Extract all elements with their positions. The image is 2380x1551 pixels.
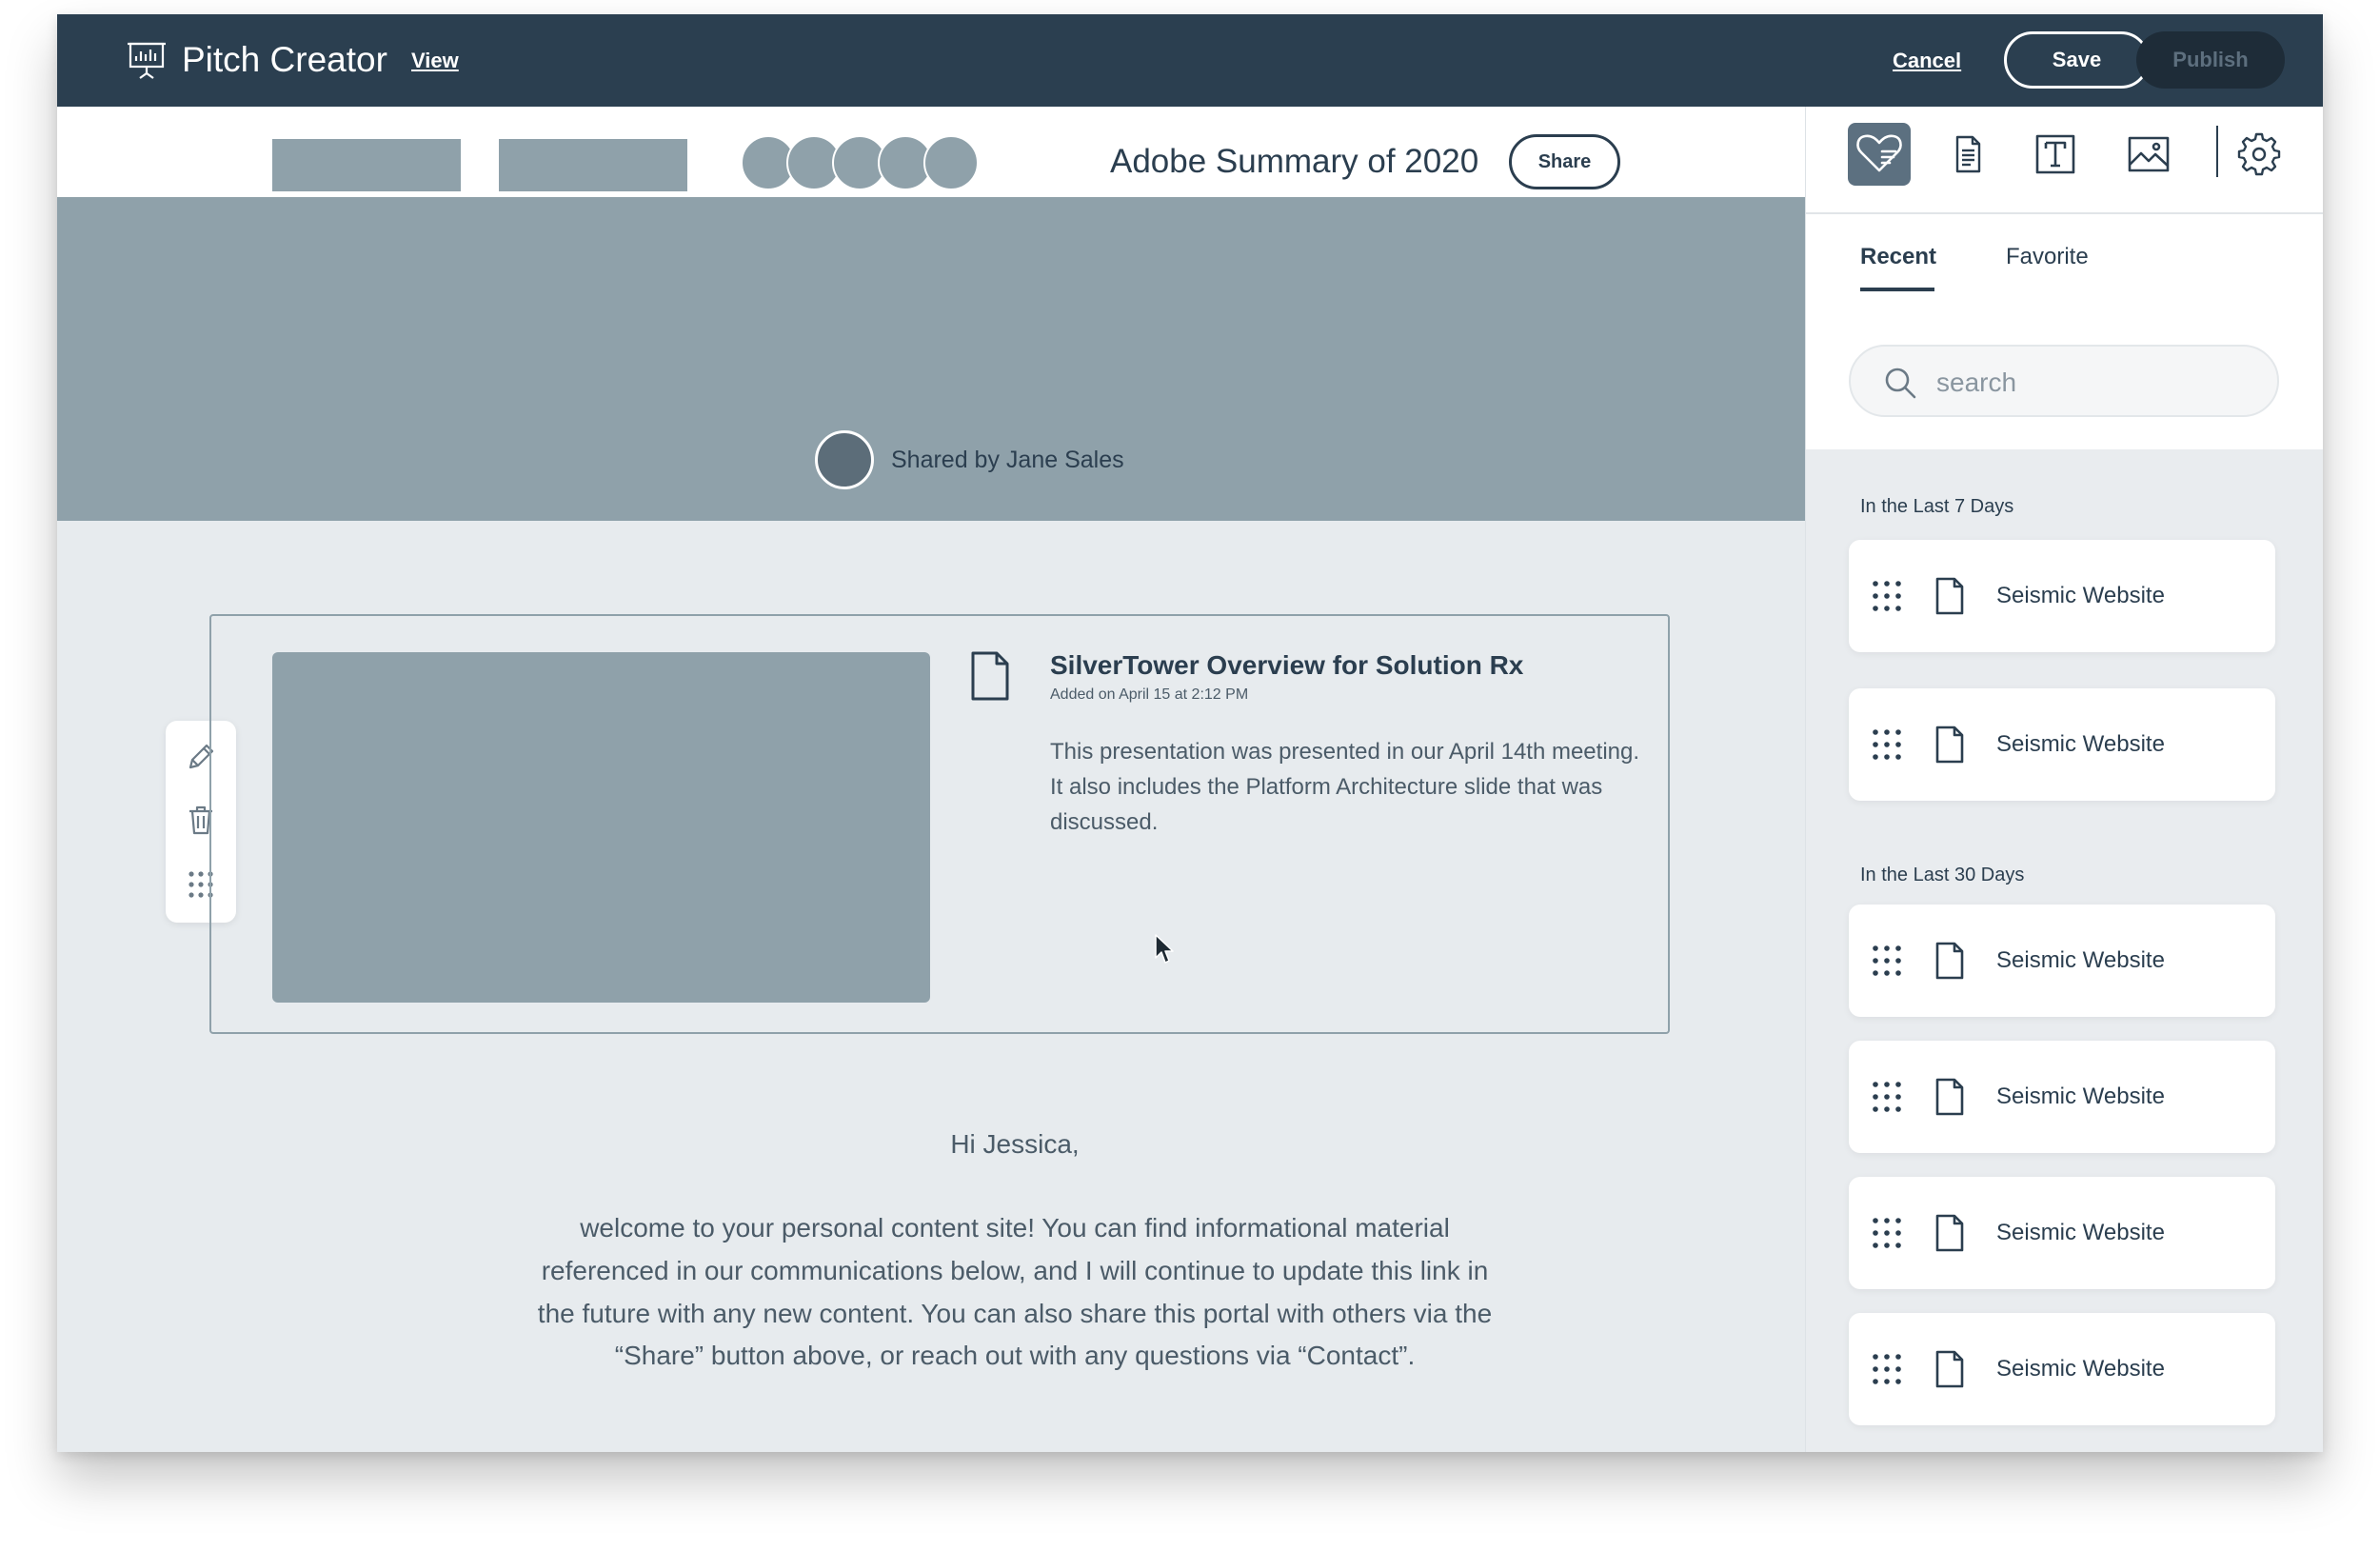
content-thumbnail[interactable]: [272, 652, 930, 1003]
logo-placeholder: [272, 139, 461, 191]
favorites-icon[interactable]: [1848, 123, 1911, 186]
list-item-label: Seismic Website: [1996, 583, 2165, 608]
avatar: [923, 135, 979, 190]
settings-icon[interactable]: [2228, 123, 2291, 186]
list-item[interactable]: Seismic Website: [1849, 688, 2275, 801]
content-card[interactable]: SilverTower Overview for Solution Rx Add…: [209, 614, 1670, 1034]
drag-handle-icon[interactable]: [1870, 726, 1904, 763]
save-button[interactable]: Save: [2004, 31, 2150, 89]
app-title: Pitch Creator: [182, 40, 387, 79]
text-icon[interactable]: [2024, 123, 2087, 186]
list-item[interactable]: Seismic Website: [1849, 1041, 2275, 1153]
drag-handle-icon[interactable]: [1870, 1215, 1904, 1251]
active-tab-indicator: [1860, 288, 1934, 291]
view-link[interactable]: View: [411, 47, 459, 75]
shared-by-label: Shared by Jane Sales: [891, 447, 1124, 473]
file-icon: [1935, 726, 1964, 764]
section-label: In the Last 30 Days: [1860, 865, 2025, 885]
list-item[interactable]: Seismic Website: [1849, 1313, 2275, 1425]
search-field[interactable]: [1849, 345, 2279, 417]
list-item-label: Seismic Website: [1996, 731, 2165, 757]
content-description: This presentation was presented in our A…: [1050, 739, 1640, 835]
section-label: In the Last 7 Days: [1860, 496, 2014, 517]
cancel-link[interactable]: Cancel: [1893, 47, 1961, 75]
list-item-label: Seismic Website: [1996, 947, 2165, 973]
top-bar: Pitch Creator View Cancel Save Publish: [57, 14, 2323, 107]
list-item[interactable]: Seismic Website: [1849, 905, 2275, 1017]
drag-handle-icon[interactable]: [1870, 943, 1904, 979]
presentation-icon: [128, 42, 166, 79]
content-panel: Recent Favorite In the Last 7 Days Seism…: [1805, 107, 2323, 1452]
logo-placeholder: [499, 139, 687, 191]
file-icon: [1935, 577, 1964, 615]
file-icon: [971, 651, 1009, 701]
list-item[interactable]: Seismic Website: [1849, 1177, 2275, 1289]
drag-handle-icon[interactable]: [1870, 578, 1904, 614]
drag-handle-icon[interactable]: [1870, 1351, 1904, 1387]
hero-banner: Shared by Jane Sales: [57, 197, 1805, 521]
search-icon: [1885, 368, 1916, 399]
page-title: Adobe Summary of 2020: [1110, 143, 1479, 180]
image-icon[interactable]: [2117, 123, 2180, 186]
welcome-message: welcome to your personal content site! Y…: [537, 1213, 1493, 1371]
tab-recent[interactable]: Recent: [1860, 242, 1936, 272]
toolbar-divider: [2216, 126, 2218, 177]
list-item-label: Seismic Website: [1996, 1084, 2165, 1109]
tab-favorite[interactable]: Favorite: [2006, 242, 2089, 272]
file-icon: [1935, 942, 1964, 980]
content-date: Added on April 15 at 2:12 PM: [1050, 686, 1249, 703]
sharer-avatar: [815, 430, 874, 489]
list-item-label: Seismic Website: [1996, 1220, 2165, 1245]
divider: [1806, 212, 2323, 214]
file-icon: [1935, 1078, 1964, 1116]
publish-button[interactable]: Publish: [2136, 31, 2285, 89]
list-item-label: Seismic Website: [1996, 1356, 2165, 1382]
drag-handle-icon[interactable]: [1870, 1079, 1904, 1115]
file-icon: [1935, 1350, 1964, 1388]
search-input[interactable]: [1936, 364, 2251, 402]
mouse-cursor-icon: [1155, 934, 1174, 964]
document-icon[interactable]: [1936, 123, 1999, 186]
share-button[interactable]: Share: [1509, 134, 1620, 189]
file-icon: [1935, 1214, 1964, 1252]
content-title[interactable]: SilverTower Overview for Solution Rx: [1050, 648, 1523, 683]
site-header: Adobe Summary of 2020 Share: [57, 107, 1805, 197]
panel-header: Recent Favorite: [1806, 107, 2323, 449]
list-item[interactable]: Seismic Website: [1849, 540, 2275, 652]
app-window: Pitch Creator View Cancel Save Publish A…: [57, 14, 2323, 1452]
greeting-text: Hi Jessica,: [950, 1129, 1080, 1159]
